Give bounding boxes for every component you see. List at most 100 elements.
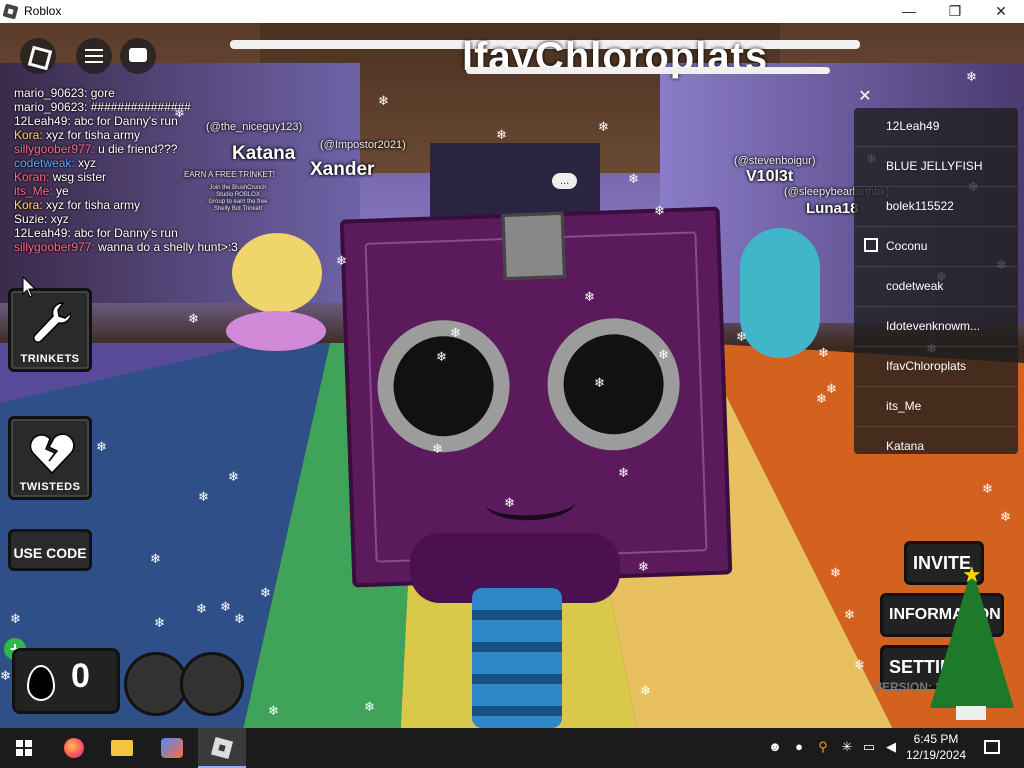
snowflake: ❄: [198, 489, 209, 504]
folder-icon: [111, 740, 133, 756]
roblox-app-icon: [2, 3, 19, 20]
player-list-row[interactable]: Coconu: [854, 228, 1018, 267]
chat-message: mario_90623: ###############: [14, 100, 191, 114]
empty-slot-button[interactable]: [124, 652, 188, 716]
player-list-row[interactable]: Katana: [854, 428, 1018, 454]
chat-message: sillygoober977: u die friend???: [14, 142, 178, 156]
christmas-tree-decoration: [930, 568, 1014, 708]
firefox-icon: [64, 738, 84, 758]
snowflake: ❄: [234, 611, 245, 626]
snowflake: ❄: [228, 469, 239, 484]
star-icon: ★: [962, 562, 982, 587]
snowflake-tray-icon[interactable]: ✳: [840, 740, 854, 754]
snowflake: ❄: [584, 289, 595, 304]
chat-message: 12Leah49: abc for Danny's run: [14, 226, 178, 240]
snowflake: ❄: [628, 171, 639, 186]
taskbar-firefox[interactable]: [50, 728, 98, 768]
snowflake: ❄: [658, 347, 669, 362]
roblox-menu-button[interactable]: [20, 38, 56, 74]
snowflake: ❄: [504, 495, 515, 510]
chat-log: mario_90623: gore mario_90623: #########…: [14, 86, 294, 254]
chat-message: Kora: xyz for tisha army: [14, 198, 141, 212]
snowflake: ❄: [220, 599, 231, 614]
twisteds-button[interactable]: TWISTEDS: [8, 416, 92, 500]
network-icon[interactable]: ▭: [862, 740, 876, 754]
banner-bar-bottom: [466, 67, 830, 74]
chat-message: sillygoober977: wanna do a shelly hunt>:…: [14, 240, 238, 254]
roblox-icon: [210, 736, 234, 760]
windows-logo-icon: [16, 740, 32, 756]
snowflake: ❄: [854, 657, 865, 672]
chat-message: Kora: xyz for tisha army: [14, 128, 141, 142]
name-tag-violet: V10l3t: [746, 168, 794, 185]
currency-display: 0: [12, 648, 120, 714]
taskbar-roblox[interactable]: [198, 728, 246, 768]
trinkets-button[interactable]: TRINKETS: [8, 288, 92, 372]
name-tag-handle: (@stevenboigur): [734, 155, 816, 167]
snowflake: ❄: [816, 391, 827, 406]
avatar-friend-blonde: [226, 233, 326, 403]
notification-icon[interactable]: [984, 740, 1000, 754]
currency-value: 0: [71, 657, 90, 695]
use-code-button[interactable]: USE CODE: [8, 529, 92, 571]
window-title: Roblox: [24, 4, 62, 18]
snowflake: ❄: [260, 585, 271, 600]
snowflake: ❄: [268, 703, 279, 718]
snowflake: ❄: [638, 559, 649, 574]
snowflake: ❄: [496, 127, 507, 142]
snowflake: ❄: [196, 601, 207, 616]
player-list-row[interactable]: codetweak: [854, 268, 1018, 307]
player-list-row[interactable]: IfavChloroplats: [854, 348, 1018, 387]
snowflake: ❄: [654, 203, 665, 218]
player-list-row[interactable]: bolek115522: [854, 188, 1018, 227]
broken-heart-icon: [29, 433, 75, 475]
snowflake: ❄: [436, 349, 447, 364]
snowflake: ❄: [364, 699, 375, 714]
name-tag-luna: Luna18: [806, 200, 859, 217]
snowflake: ❄: [598, 119, 609, 134]
start-button[interactable]: [0, 728, 48, 768]
water-drop-tray-icon[interactable]: ●: [792, 740, 806, 754]
player-list-row[interactable]: its_Me: [854, 388, 1018, 427]
ichor-drop-icon: [27, 665, 55, 701]
player-list-close-button[interactable]: ✕: [856, 88, 874, 106]
search-tray-icon[interactable]: ⚲: [816, 740, 830, 754]
tree-pot: [956, 706, 986, 720]
window-titlebar: Roblox — ❐ ✕: [0, 0, 1024, 24]
wrench-icon: [33, 302, 71, 343]
snowflake: ❄: [982, 481, 993, 496]
chat-message: Koran: wsg sister: [14, 170, 107, 184]
minimize-button[interactable]: —: [886, 0, 932, 23]
snowflake: ❄: [844, 607, 855, 622]
snowflake: ❄: [450, 325, 461, 340]
taskbar-file-explorer[interactable]: [98, 728, 146, 768]
snowflake: ❄: [1000, 509, 1011, 524]
chat-message: mario_90623: gore: [14, 86, 115, 100]
empty-slot-button[interactable]: [180, 652, 244, 716]
player-list-row[interactable]: 12Leah49: [854, 108, 1018, 147]
volume-icon[interactable]: ◀: [884, 740, 898, 754]
chat-message: codetweak: xyz: [14, 156, 97, 170]
twisteds-label: TWISTEDS: [19, 481, 81, 493]
character-legs: [472, 588, 562, 728]
system-clock[interactable]: 6:45 PM 12/19/2024: [906, 731, 966, 763]
avatar-teal-character: [740, 228, 820, 358]
windows-taskbar: ☻ ● ⚲ ✳ ▭ ◀ 6:45 PM 12/19/2024: [0, 728, 1024, 768]
snowflake: ❄: [150, 551, 161, 566]
player-character-purple-box: [339, 206, 733, 588]
close-button[interactable]: ✕: [978, 0, 1024, 23]
snowflake: ❄: [336, 253, 347, 268]
chat-message: Suzie: xyz: [14, 212, 69, 226]
chat-message: 12Leah49: abc for Danny's run: [14, 114, 178, 128]
player-list: 12Leah49 BLUE JELLYFISH bolek115522 Coco…: [854, 108, 1018, 454]
player-list-row[interactable]: Idotevenknowm...: [854, 308, 1018, 347]
chat-toggle-button[interactable]: [120, 38, 156, 74]
snowflake: ❄: [618, 465, 629, 480]
maximize-button[interactable]: ❐: [932, 0, 978, 23]
taskbar-app[interactable]: [148, 728, 196, 768]
snowflake: ❄: [10, 611, 21, 626]
hamburger-menu-button[interactable]: [76, 38, 112, 74]
people-tray-icon[interactable]: ☻: [768, 740, 782, 754]
player-list-row[interactable]: BLUE JELLYFISH: [854, 148, 1018, 187]
trinkets-label: TRINKETS: [20, 353, 80, 365]
